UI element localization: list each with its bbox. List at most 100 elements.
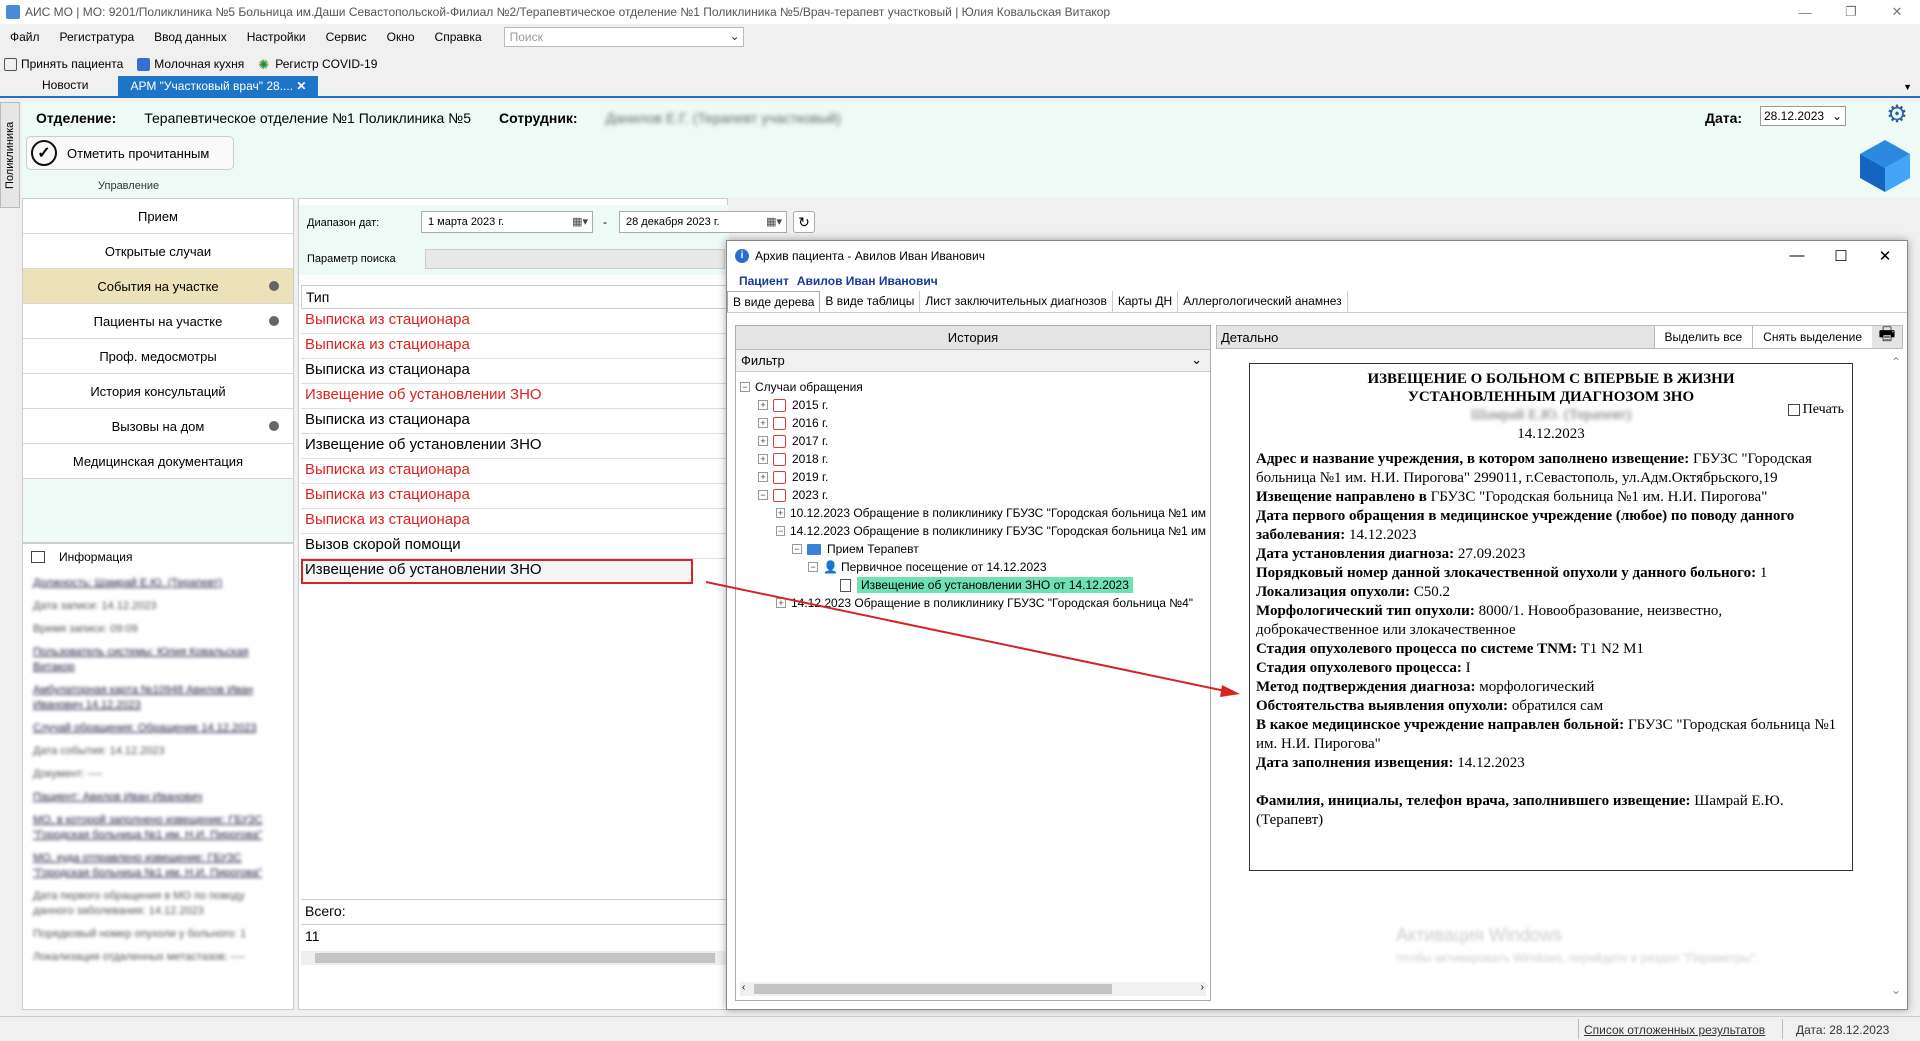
printer-icon[interactable]: 🖶 bbox=[1872, 324, 1902, 348]
tree-reception-node[interactable]: − Прием Терапевт bbox=[740, 540, 1206, 558]
tree-horizontal-scrollbar[interactable]: ‹ › bbox=[740, 982, 1206, 996]
tree-root[interactable]: − Случаи обращения bbox=[740, 378, 1206, 396]
date-picker[interactable]: 28.12.2023 ⌄ bbox=[1760, 106, 1846, 126]
accept-patient-button[interactable]: Принять пациента bbox=[0, 57, 123, 71]
expand-icon[interactable]: + bbox=[758, 400, 768, 410]
calendar-icon[interactable]: ▦▾ bbox=[572, 215, 588, 228]
tree-year-node[interactable]: − 2023 г. bbox=[740, 486, 1206, 504]
expand-icon[interactable]: + bbox=[776, 598, 786, 608]
horizontal-scrollbar[interactable] bbox=[301, 951, 729, 965]
table-row[interactable]: Выписка из стационара bbox=[301, 409, 729, 434]
chevron-down-icon[interactable]: ⌄ bbox=[1832, 109, 1842, 123]
dialog-close-button[interactable]: ✕ bbox=[1863, 247, 1907, 265]
nav-area-patients[interactable]: Пациенты на участке bbox=[23, 304, 293, 339]
nav-open-cases[interactable]: Открытые случаи bbox=[23, 234, 293, 269]
menu-window[interactable]: Окно bbox=[377, 30, 425, 44]
tabs-dropdown-icon[interactable]: ▼ bbox=[1903, 82, 1912, 92]
menu-settings[interactable]: Настройки bbox=[237, 30, 316, 44]
menu-help[interactable]: Справка bbox=[425, 30, 492, 44]
nav-reception[interactable]: Прием bbox=[23, 199, 293, 234]
calendar-icon[interactable]: ▦▾ bbox=[766, 215, 782, 228]
table-row[interactable]: Выписка из стационара bbox=[301, 509, 729, 534]
tab-dn-cards[interactable]: Карты ДН bbox=[1113, 291, 1179, 312]
checkbox-icon[interactable] bbox=[1787, 403, 1800, 416]
menu-file[interactable]: Файл bbox=[0, 30, 50, 44]
collapse-icon[interactable]: − bbox=[776, 526, 785, 536]
tab-table-view[interactable]: В виде таблицы bbox=[820, 291, 921, 312]
nav-consult-history[interactable]: История консультаций bbox=[23, 374, 293, 409]
tree-year-node[interactable]: +2017 г. bbox=[740, 432, 1206, 450]
search-input[interactable]: Поиск ⌄ bbox=[503, 27, 744, 47]
info-line[interactable]: Пользователь системы: Юлия Ковальская Ви… bbox=[33, 645, 288, 675]
detail-vertical-scrollbar[interactable]: ⌃ ⌄ bbox=[1889, 351, 1903, 1001]
dialog-minimize-button[interactable]: — bbox=[1775, 247, 1819, 265]
tree-case-node[interactable]: + 10.12.2023 Обращение в поликлинику ГБУ… bbox=[740, 504, 1206, 522]
tab-arm[interactable]: АРМ "Участковый врач" 28.... ✕ bbox=[118, 76, 319, 96]
scroll-up-icon[interactable]: ⌃ bbox=[1891, 355, 1901, 369]
expand-icon[interactable]: + bbox=[758, 454, 768, 464]
expand-icon[interactable]: + bbox=[758, 418, 768, 428]
nav-home-calls[interactable]: Вызовы на дом bbox=[23, 409, 293, 444]
gear-icon[interactable]: ⚙ bbox=[1884, 102, 1910, 128]
tree-case-node[interactable]: + 14.12.2023 Обращение в поликлинику ГБУ… bbox=[740, 594, 1206, 612]
table-row[interactable]: Выписка из стационара bbox=[301, 334, 729, 359]
table-row[interactable]: Выписка из стационара bbox=[301, 459, 729, 484]
tab-tree-view[interactable]: В виде дерева bbox=[727, 291, 821, 312]
scroll-left-icon[interactable]: ‹ bbox=[742, 982, 745, 993]
chevron-down-icon[interactable]: ⌄ bbox=[1191, 352, 1202, 368]
info-line[interactable]: МО, в которой заполнено извещение: ГБУЗС… bbox=[33, 813, 288, 843]
tree-notice-node[interactable]: Извещение об установлении ЗНО от 14.12.2… bbox=[740, 576, 1206, 594]
table-row[interactable]: Выписка из стационара bbox=[301, 309, 729, 334]
nav-area-events[interactable]: События на участке bbox=[23, 269, 293, 304]
date-to-picker[interactable]: 28 декабря 2023 г. ▦▾ bbox=[619, 211, 787, 233]
restore-button[interactable]: ❐ bbox=[1828, 0, 1874, 24]
info-line[interactable]: Случай обращения: Обращение 14.12.2023 bbox=[33, 721, 288, 736]
table-row[interactable]: Выписка из стационара bbox=[301, 484, 729, 509]
filter-header[interactable]: Фильтр ⌄ bbox=[736, 350, 1210, 372]
deferred-results-link[interactable]: Список отложенных результатов bbox=[1584, 1023, 1765, 1037]
scroll-down-icon[interactable]: ⌄ bbox=[1891, 983, 1901, 997]
info-line[interactable]: Должность: Шамрай Е.Ю. (Терапевт) bbox=[33, 576, 288, 591]
expand-icon[interactable]: + bbox=[776, 508, 785, 518]
tree-year-node[interactable]: +2016 г. bbox=[740, 414, 1206, 432]
tree-year-node[interactable]: +2015 г. bbox=[740, 396, 1206, 414]
minimize-button[interactable]: — bbox=[1782, 0, 1828, 24]
chevron-down-icon[interactable]: ⌄ bbox=[730, 29, 740, 43]
tab-allergy[interactable]: Аллергологический анамнез bbox=[1178, 291, 1348, 312]
table-row[interactable]: Вызов скорой помощи bbox=[301, 534, 729, 559]
collapse-icon[interactable]: − bbox=[808, 562, 818, 572]
menu-data-entry[interactable]: Ввод данных bbox=[144, 30, 237, 44]
expand-icon[interactable]: + bbox=[758, 436, 768, 446]
table-row[interactable]: Извещение об установлении ЗНО bbox=[301, 434, 729, 459]
collapse-icon[interactable]: − bbox=[740, 382, 750, 392]
table-row[interactable]: Выписка из стационара bbox=[301, 359, 729, 384]
info-line[interactable]: Пациент: Авилов Иван Иванович bbox=[33, 790, 288, 805]
grid-header-type[interactable]: Тип bbox=[301, 285, 729, 309]
tree-year-node[interactable]: +2018 г. bbox=[740, 450, 1206, 468]
search-param-input[interactable] bbox=[425, 249, 725, 269]
collapse-icon[interactable]: − bbox=[792, 544, 802, 554]
side-tab-polyclinic[interactable]: Поликлиника bbox=[0, 102, 20, 208]
date-from-picker[interactable]: 1 марта 2023 г. ▦▾ bbox=[421, 211, 593, 233]
expand-icon[interactable]: + bbox=[758, 472, 768, 482]
menu-service[interactable]: Сервис bbox=[316, 30, 377, 44]
tree-visit-node[interactable]: − 👤 Первичное посещение от 14.12.2023 bbox=[740, 558, 1206, 576]
info-line[interactable]: Амбулаторная карта №10948 Авилов Иван Ив… bbox=[33, 683, 288, 713]
print-checkbox[interactable]: Печать bbox=[1787, 400, 1844, 419]
select-all-button[interactable]: Выделить все bbox=[1653, 326, 1753, 348]
close-tab-icon[interactable]: ✕ bbox=[296, 79, 306, 93]
collapse-icon[interactable]: − bbox=[758, 490, 768, 500]
info-line[interactable]: МО, куда отправлено извещение: ГБУЗС "Го… bbox=[33, 851, 288, 881]
covid-registry-button[interactable]: ✺ Регистр COVID-19 bbox=[254, 57, 377, 71]
tree-year-node[interactable]: +2019 г. bbox=[740, 468, 1206, 486]
refresh-icon[interactable]: ↻ bbox=[793, 211, 815, 233]
tab-news[interactable]: Новости bbox=[30, 76, 100, 96]
milk-kitchen-button[interactable]: Молочная кухня bbox=[133, 57, 244, 71]
tree-case-node[interactable]: − 14.12.2023 Обращение в поликлинику ГБУ… bbox=[740, 522, 1206, 540]
mark-read-button[interactable]: ✓ Отметить прочитанным bbox=[26, 136, 234, 170]
menu-registry[interactable]: Регистратура bbox=[50, 30, 145, 44]
table-row[interactable]: Извещение об установлении ЗНО bbox=[301, 559, 693, 584]
tab-final-diagnoses[interactable]: Лист заключительных диагнозов bbox=[920, 291, 1113, 312]
nav-med-docs[interactable]: Медицинская документация bbox=[23, 444, 293, 479]
close-window-button[interactable]: ✕ bbox=[1874, 0, 1920, 24]
